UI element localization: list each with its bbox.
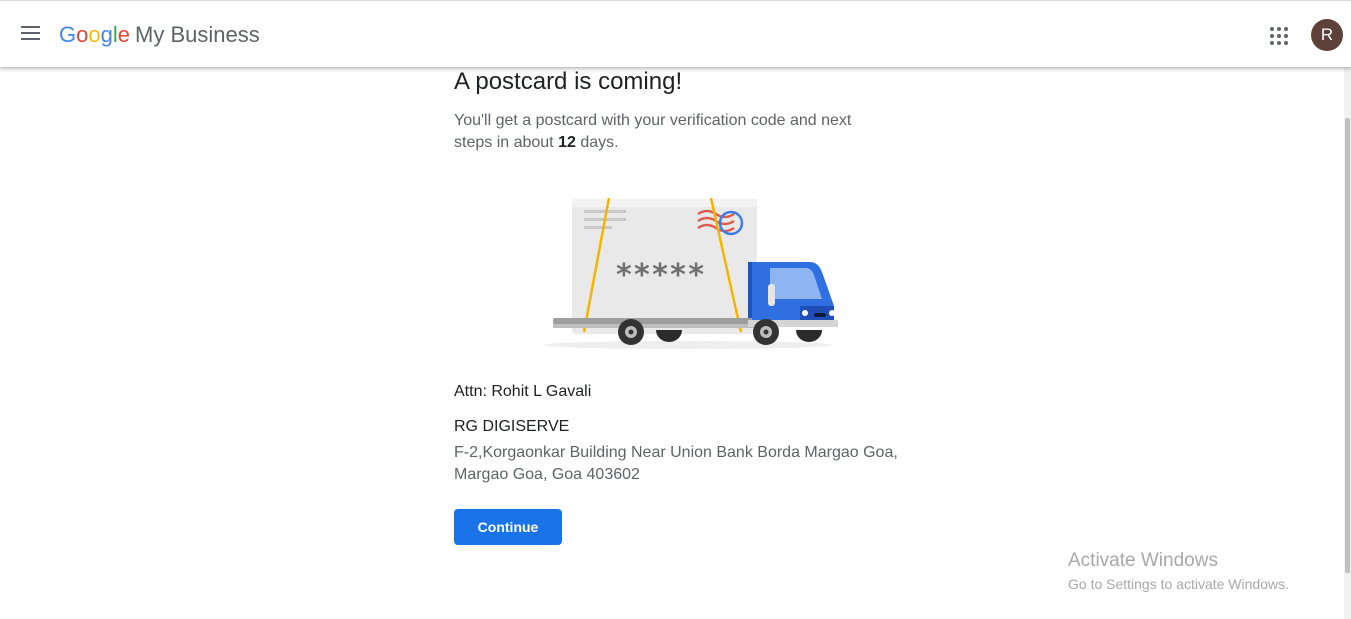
product-name: My Business <box>135 22 260 47</box>
page-scrollbar[interactable] <box>1344 66 1351 619</box>
hamburger-menu-icon[interactable] <box>21 26 41 42</box>
subtitle-days: 12 <box>558 134 576 151</box>
attention-line: Attn: Rohit L Gavali <box>454 383 592 400</box>
watermark-title: Activate Windows <box>1068 550 1218 571</box>
business-name: RG DIGISERVE <box>454 418 570 435</box>
activate-windows-watermark: Activate Windows Go to Settings to activ… <box>1068 550 1289 595</box>
continue-button[interactable]: Continue <box>454 509 562 545</box>
apps-grid-icon[interactable] <box>1270 27 1288 45</box>
subtitle-text: You'll get a postcard with your verifica… <box>454 110 874 154</box>
logo-letter-o2: o <box>88 22 101 47</box>
watermark-subtitle: Go to Settings to activate Windows. <box>1068 576 1289 592</box>
subtitle-after: days. <box>575 134 619 151</box>
postcard-delivery-truck-illustration: ***** <box>543 197 838 349</box>
account-avatar[interactable]: R <box>1311 19 1343 51</box>
subtitle-before: You'll get a postcard with your verifica… <box>454 112 852 151</box>
logo-letter-g: G <box>59 22 77 47</box>
address-line-1: F-2,Korgaonkar Building Near Union Bank … <box>454 444 898 461</box>
google-my-business-logo[interactable]: Google My Business <box>59 19 260 51</box>
page-title: A postcard is coming! <box>454 68 683 95</box>
logo-letter-e: e <box>117 22 131 47</box>
logo-letter-o1: o <box>76 22 89 47</box>
address-line-2: Margao Goa, Goa 403602 <box>454 466 640 483</box>
masked-code: ***** <box>615 258 705 293</box>
top-app-bar: Google My Business R <box>0 0 1351 67</box>
scrollbar-thumb[interactable] <box>1345 118 1350 573</box>
logo-letter-g2: g <box>100 22 113 47</box>
business-address: F-2,Korgaonkar Building Near Union Bank … <box>454 442 898 486</box>
